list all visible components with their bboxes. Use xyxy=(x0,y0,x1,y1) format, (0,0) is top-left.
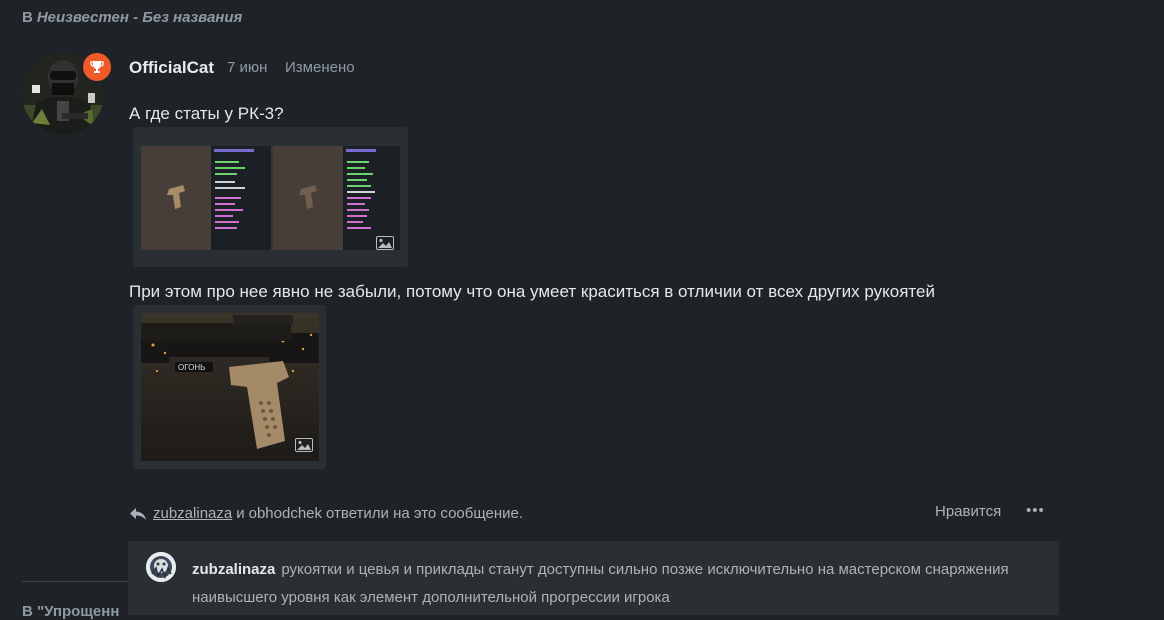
reply-icon xyxy=(130,507,146,520)
image-icon xyxy=(376,236,394,250)
next-thread-prefix: В xyxy=(22,603,33,620)
edited-label[interactable]: Изменено xyxy=(285,59,355,76)
next-thread-title[interactable]: "Упрощенн xyxy=(37,603,119,620)
thread-divider xyxy=(22,581,128,582)
reply-preview[interactable]: zubzalinaza рукоятки и цевья и приклады с… xyxy=(128,541,1059,615)
reply-suffix: ответили на это сообщение. xyxy=(326,505,524,522)
reply-user-link-1[interactable]: zubzalinaza xyxy=(153,505,232,522)
grip-caption: ОГОНЬ xyxy=(178,363,205,372)
post-date[interactable]: 7 июн xyxy=(227,59,267,76)
reply-preview-author[interactable]: zubzalinaza xyxy=(192,561,275,578)
post-image-2[interactable]: ОГОНЬ xyxy=(133,305,326,469)
more-options-button[interactable]: ••• xyxy=(1026,502,1045,519)
reply-avatar[interactable] xyxy=(146,552,176,582)
next-thread-location[interactable]: В "Упрощенн xyxy=(22,603,119,620)
post: OfficialCat 7 июн Изменено А где статы у… xyxy=(0,0,1164,615)
post-image-1[interactable] xyxy=(133,127,408,267)
trophy-icon xyxy=(90,61,104,73)
reply-preview-body: zubzalinaza рукоятки и цевья и приклады с… xyxy=(192,556,1022,612)
post-text-2: При этом про нее явно не забыли, потому … xyxy=(129,282,935,301)
screenshot-thumbnail xyxy=(141,146,400,250)
award-badge[interactable] xyxy=(81,51,113,83)
image-icon xyxy=(295,438,313,452)
reply-connector: и xyxy=(236,505,245,522)
author-name[interactable]: OfficialCat xyxy=(129,58,214,78)
reply-user-2[interactable]: obhodchek xyxy=(249,505,322,522)
reply-avatar-image xyxy=(146,552,176,582)
post-text-1: А где статы у РК-3? xyxy=(129,104,284,123)
reply-preview-text: рукоятки и цевья и приклады станут досту… xyxy=(192,561,1009,606)
like-button[interactable]: Нравится xyxy=(935,503,1001,520)
replies-summary: zubzalinaza и obhodchek ответили на это … xyxy=(129,505,523,522)
